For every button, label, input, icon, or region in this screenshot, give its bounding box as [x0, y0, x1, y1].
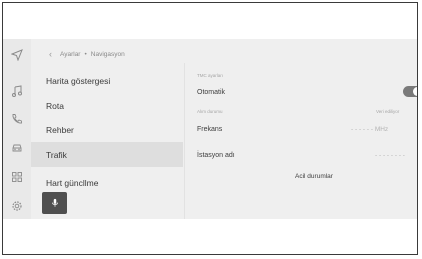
car-icon[interactable]: [10, 141, 24, 155]
navigation-arrow-icon[interactable]: [10, 48, 24, 62]
breadcrumb-parent[interactable]: Ayarlar: [60, 51, 80, 58]
menu-item-label: Trafik: [46, 149, 67, 160]
menu-item-label: Rehber: [46, 125, 74, 135]
phone-icon[interactable]: [10, 112, 24, 126]
traffic-detail-panel: TMC ayarları Otomatik Alım durumu Veri e…: [197, 39, 417, 219]
menu-item-traffic[interactable]: Trafik: [31, 142, 183, 167]
frequency-label: Frekans: [197, 126, 223, 133]
reception-small-label: Alım durumu: [197, 109, 223, 114]
tmc-section-label: TMC ayarları: [197, 73, 224, 78]
toggle-knob: [413, 87, 417, 96]
microphone-icon: [51, 198, 58, 207]
menu-item-label: Harita göstergesi: [46, 76, 111, 86]
breadcrumb-current: Navigasyon: [90, 50, 125, 58]
panel-divider: [184, 63, 185, 219]
infotainment-screen: ‹ Ayarlar • Navigasyon Harita göstergesi…: [3, 39, 417, 219]
side-rail: [3, 39, 31, 219]
breadcrumb-separator: •: [84, 50, 87, 58]
emergency-reception-button[interactable]: Acil durumlar: [279, 169, 349, 183]
voice-recognition-button[interactable]: [42, 192, 67, 214]
menu-item-route[interactable]: Rota: [31, 95, 183, 117]
menu-item-label: Rota: [46, 101, 64, 111]
menu-item-label: Hart güncllme: [46, 178, 99, 188]
apps-grid-icon[interactable]: [10, 170, 24, 184]
station-name-label: İstasyon adı: [197, 152, 235, 159]
automatic-label: Otomatik: [197, 89, 226, 96]
frequency-value: - - - - - - MHz: [351, 126, 389, 133]
station-name-value: - - - - - - - -: [375, 152, 405, 159]
automatic-toggle[interactable]: [403, 86, 417, 97]
music-note-icon[interactable]: [10, 84, 24, 98]
menu-item-guide[interactable]: Rehber: [31, 119, 183, 141]
back-chevron-icon[interactable]: ‹: [49, 49, 52, 59]
breadcrumb: ‹ Ayarlar • Navigasyon: [49, 47, 125, 61]
menu-item-map-update[interactable]: Hart güncllme: [31, 172, 183, 194]
screen-frame: ‹ Ayarlar • Navigasyon Harita göstergesi…: [2, 2, 418, 255]
settings-gear-icon[interactable]: [10, 199, 24, 213]
reception-status: Veri ediliyor: [376, 109, 400, 114]
menu-item-map-display[interactable]: Harita göstergesi: [31, 70, 183, 92]
